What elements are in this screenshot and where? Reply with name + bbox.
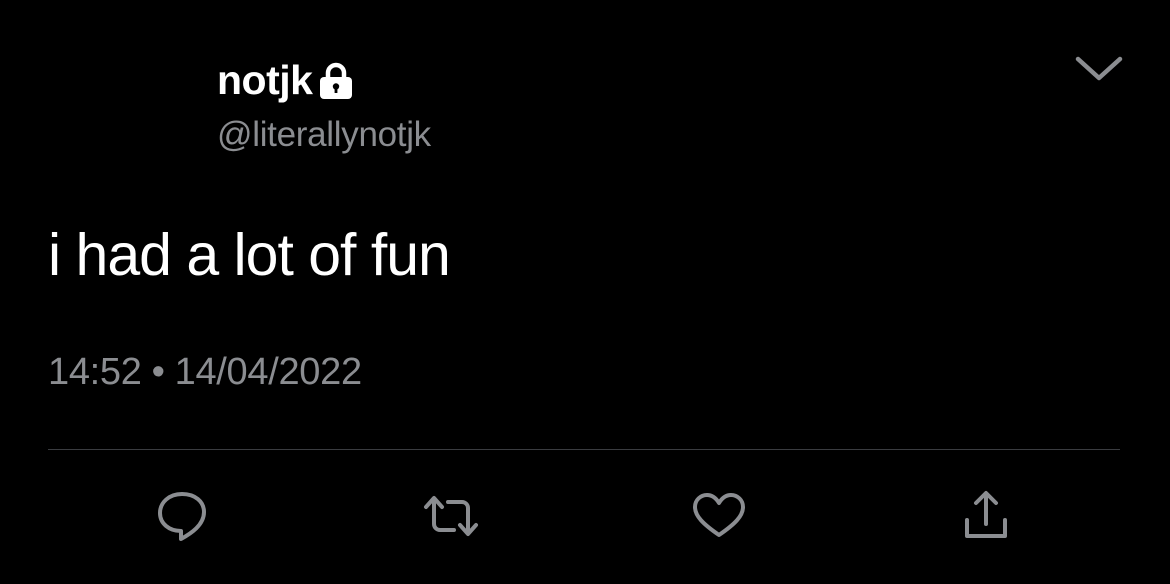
chevron-down-icon[interactable] [1074,50,1124,90]
like-button[interactable] [689,486,749,546]
retweet-icon [421,488,481,544]
reply-icon [154,488,210,544]
user-handle[interactable]: @literallynotjk [217,114,431,156]
display-name[interactable]: notjk [217,59,313,101]
lock-icon [317,61,355,101]
tweet-date: 14/04/2022 [174,351,362,393]
tweet-text: i had a lot of fun [48,222,451,288]
retweet-button[interactable] [421,486,481,546]
tweet-actions [0,486,1170,546]
divider [48,449,1120,450]
share-icon [958,488,1014,544]
heart-icon [691,488,747,544]
tweet-timestamp[interactable]: 14:52 • 14/04/2022 [48,350,362,396]
reply-button[interactable] [152,486,212,546]
user-name-row[interactable]: notjk [217,52,355,108]
share-button[interactable] [956,486,1016,546]
separator-dot: • [151,351,165,393]
avatar[interactable] [48,44,168,164]
tweet: notjk @literallynotjk i had a lot of fun… [0,0,1170,584]
tweet-time: 14:52 [48,351,142,393]
